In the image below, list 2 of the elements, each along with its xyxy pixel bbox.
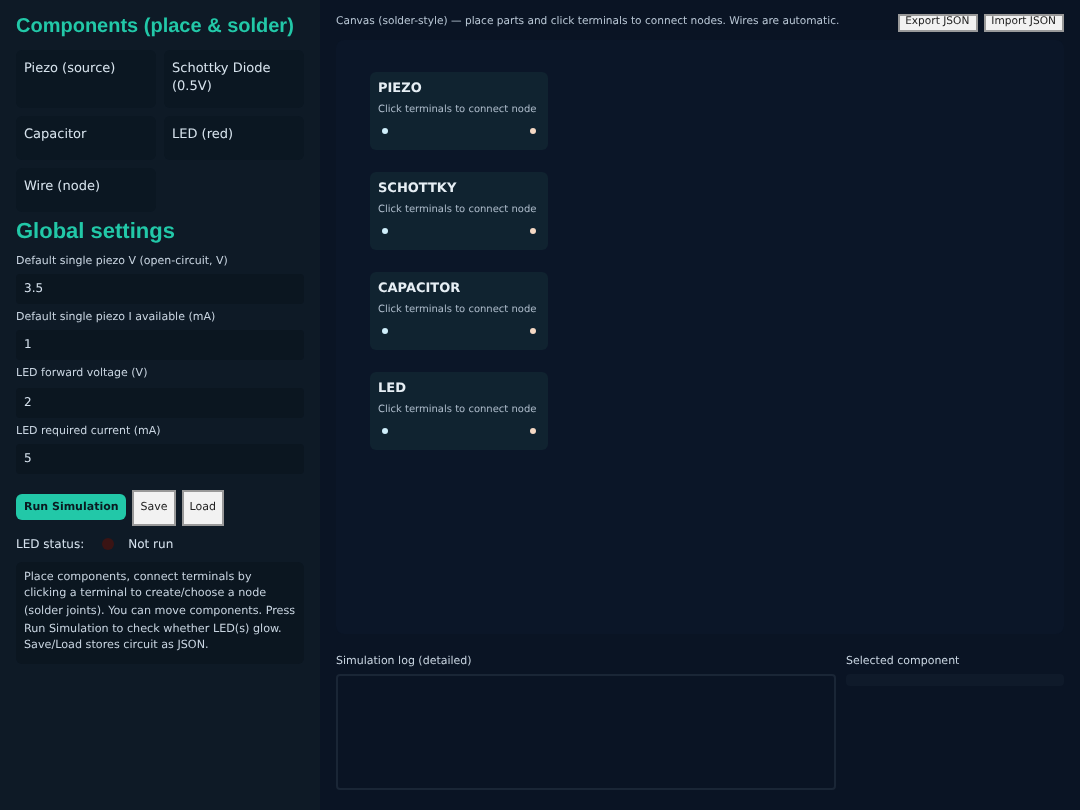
section-title: Components (place & solder) xyxy=(16,16,296,41)
section-title: Global settings xyxy=(16,220,177,248)
